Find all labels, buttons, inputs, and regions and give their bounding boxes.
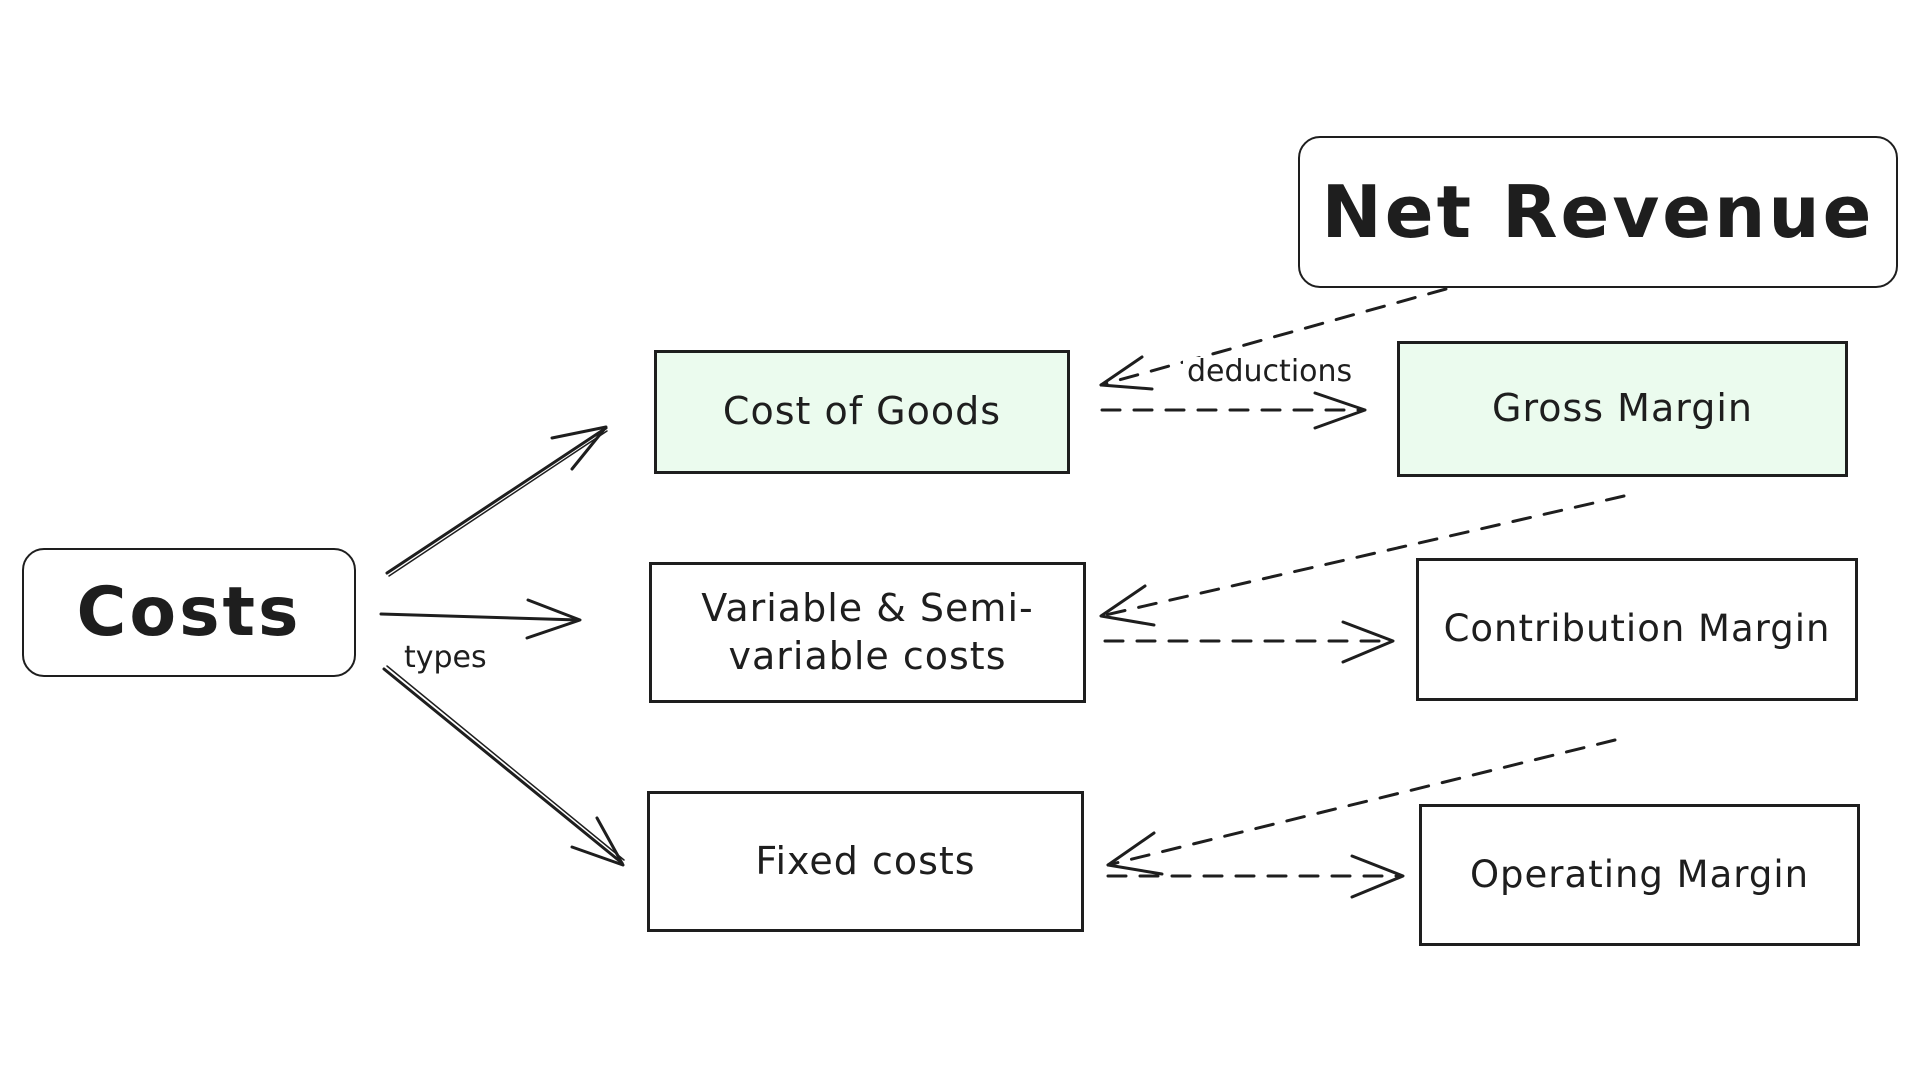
node-label-line2: variable costs xyxy=(728,633,1007,678)
node-operating-margin[interactable]: Operating Margin xyxy=(1419,804,1860,946)
arrowhead-icon xyxy=(1106,831,1164,876)
node-label-group: Variable & Semi- variable costs xyxy=(701,585,1033,680)
node-net-revenue[interactable]: Net Revenue xyxy=(1298,136,1898,288)
node-label-line1: Variable & Semi- xyxy=(701,586,1034,630)
node-label: Gross Margin xyxy=(1492,386,1753,431)
node-contribution-margin[interactable]: Contribution Margin xyxy=(1416,558,1858,701)
edge-costs-to-fixed-costs xyxy=(382,665,625,867)
edge-label-types: types xyxy=(400,643,491,673)
edge-line xyxy=(385,426,608,575)
arrowhead-icon xyxy=(1099,355,1154,391)
node-label: Contribution Margin xyxy=(1443,607,1831,651)
node-label: Fixed costs xyxy=(755,838,976,883)
node-fixed-costs[interactable]: Fixed costs xyxy=(647,791,1084,932)
edge-costs-to-cost-of-goods xyxy=(385,425,608,577)
edge-cost-of-goods-to-gross-margin xyxy=(1100,391,1367,430)
edge-line xyxy=(382,667,624,865)
edge-fixed-costs-to-operating-margin xyxy=(1106,854,1405,899)
edge-line-sketch xyxy=(388,430,608,577)
edge-costs-to-variable-costs xyxy=(379,598,582,640)
edge-line-sketch xyxy=(386,665,625,861)
node-label: Net Revenue xyxy=(1321,170,1875,254)
node-label: Operating Margin xyxy=(1469,852,1810,896)
node-cost-of-goods[interactable]: Cost of Goods xyxy=(654,350,1070,474)
edge-label-deductions: deductions xyxy=(1183,357,1357,387)
node-gross-margin[interactable]: Gross Margin xyxy=(1397,341,1848,477)
node-label: Cost of Goods xyxy=(722,389,1002,434)
edge-line xyxy=(379,612,581,622)
node-label: Costs xyxy=(76,573,302,652)
edge-variable-costs-to-contribution-margin xyxy=(1103,620,1395,664)
node-variable-costs[interactable]: Variable & Semi- variable costs xyxy=(649,562,1086,703)
node-costs[interactable]: Costs xyxy=(22,548,356,677)
